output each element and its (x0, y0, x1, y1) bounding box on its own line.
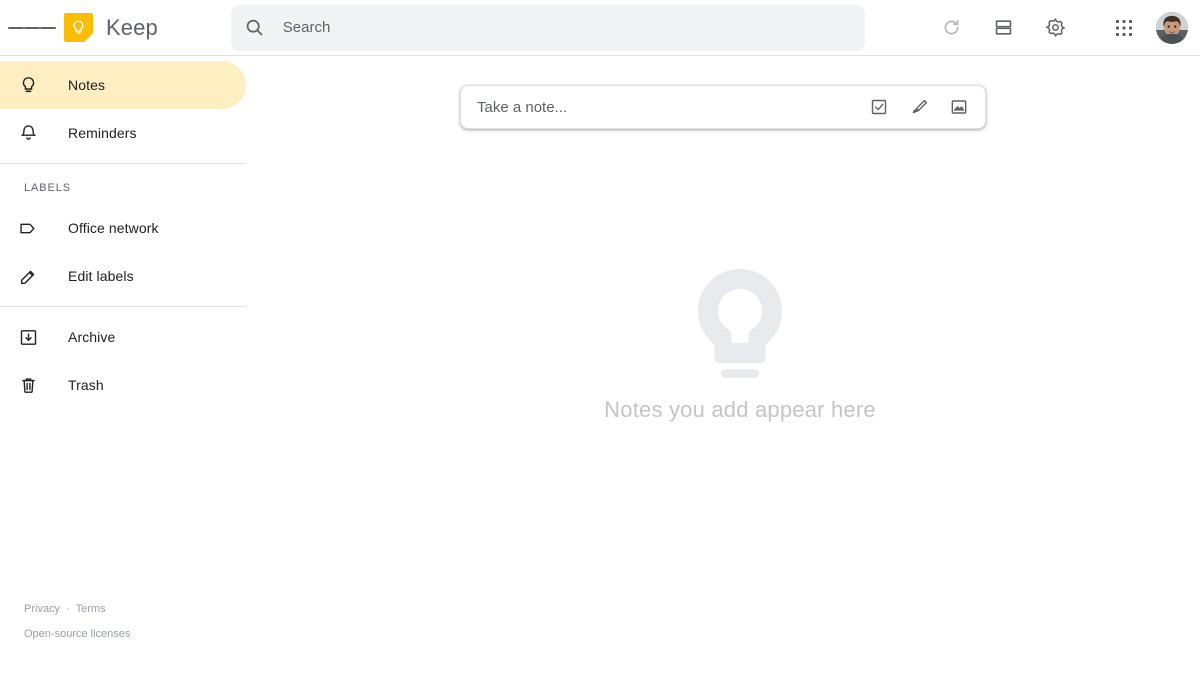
sidebar-item-reminders[interactable]: Reminders (0, 109, 246, 157)
tag-icon (16, 218, 40, 239)
sidebar-item-office-network[interactable]: Office network (0, 204, 246, 252)
pencil-icon (16, 266, 40, 287)
privacy-link[interactable]: Privacy (24, 603, 60, 615)
refresh-icon[interactable] (931, 8, 971, 48)
hamburger-bar (40, 26, 56, 29)
large-lightbulb-icon (698, 269, 782, 378)
search-icon[interactable] (231, 5, 279, 51)
sidebar-item-trash[interactable]: Trash (0, 361, 246, 409)
checkbox-icon[interactable] (859, 87, 899, 127)
sidebar-item-edit-labels[interactable]: Edit labels (0, 252, 246, 300)
sidebar-item-label: Trash (68, 377, 104, 393)
brand-home-link[interactable]: Keep (64, 13, 158, 42)
sidebar-item-archive[interactable]: Archive (0, 313, 246, 361)
archive-icon (16, 327, 40, 348)
hamburger-bar (8, 26, 24, 29)
bell-icon (16, 123, 40, 144)
main-content: Take a note... Notes you add appear here (280, 57, 1200, 675)
note-input-placeholder[interactable]: Take a note... (477, 99, 859, 116)
trash-icon (16, 375, 40, 396)
sidebar-item-label: Office network (68, 220, 159, 236)
hamburger-bar (24, 26, 40, 29)
list-view-icon[interactable] (983, 8, 1023, 48)
image-icon[interactable] (939, 87, 979, 127)
footer-legal-row: Privacy · Terms (24, 597, 130, 622)
header-actions (931, 8, 1200, 48)
keep-lightbulb-logo-icon (64, 13, 93, 42)
footer-licenses-row: Open-source licenses (24, 622, 130, 647)
avatar[interactable] (1156, 11, 1188, 44)
labels-heading: LABELS (24, 182, 71, 194)
hamburger-menu-icon[interactable] (8, 4, 56, 52)
brush-icon[interactable] (899, 87, 939, 127)
note-input-actions (859, 87, 985, 127)
sidebar-divider-bottom (0, 306, 246, 307)
apps-grid-icon[interactable] (1104, 8, 1144, 48)
gear-icon[interactable] (1035, 8, 1075, 48)
sidebar-item-label: Archive (68, 329, 116, 345)
terms-link[interactable]: Terms (76, 603, 106, 615)
lightbulb-icon (16, 75, 40, 96)
empty-state-text: Notes you add appear here (604, 397, 876, 422)
take-a-note-box[interactable]: Take a note... (460, 85, 986, 129)
search-bar[interactable] (230, 4, 865, 51)
open-source-licenses-link[interactable]: Open-source licenses (24, 628, 130, 640)
app-header: Keep (0, 0, 1200, 56)
empty-state: Notes you add appear here (280, 267, 1200, 423)
sidebar-item-label: Reminders (68, 125, 137, 141)
sidebar-item-notes[interactable]: Notes (0, 61, 246, 109)
search-input[interactable] (278, 5, 839, 50)
sidebar-item-label: Edit labels (68, 268, 134, 284)
brand-name: Keep (106, 14, 158, 40)
footer-separator: · (66, 603, 70, 615)
sidebar-item-label: Notes (68, 77, 106, 93)
sidebar: Notes Reminders LABELS Office network Ed… (0, 57, 280, 675)
sidebar-divider-top (0, 163, 246, 164)
footer-links: Privacy · Terms Open-source licenses (24, 597, 130, 647)
